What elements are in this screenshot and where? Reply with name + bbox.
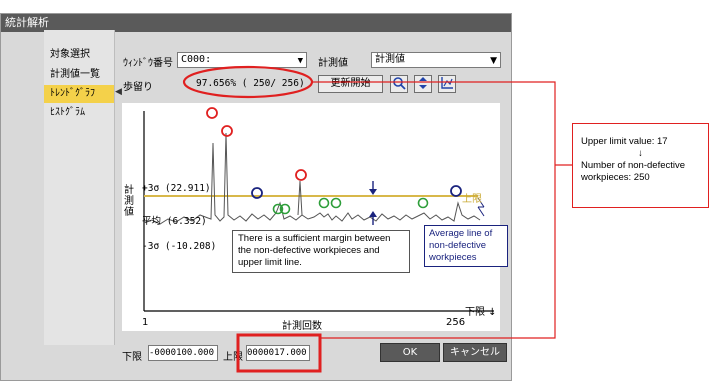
upper-limit-field[interactable]: 0000017.000 <box>246 345 310 361</box>
average-note: Average line of non-defective workpieces <box>424 225 508 267</box>
arrow-head <box>369 189 377 195</box>
x-start-label: 1 <box>142 317 149 328</box>
active-pointer-icon: ◀ <box>115 87 122 97</box>
lower-limit-label: 下限 <box>122 352 142 363</box>
zoom-icon[interactable] <box>390 75 408 93</box>
sidebar-item-target-select[interactable]: 対象選択 <box>44 46 114 64</box>
arrow-head <box>369 211 377 217</box>
axis-fit-icon[interactable] <box>438 75 456 93</box>
margin-note: There is a sufficient margin between the… <box>232 230 410 273</box>
callout-line <box>477 206 485 217</box>
sidebar-item-measure-list[interactable]: 計測値一覧 <box>44 66 114 84</box>
chevron-down-icon: ▼ <box>297 56 303 66</box>
summary-arrow-icon: ↓ <box>638 148 643 159</box>
summary-upper-limit: Upper limit value: 17 <box>581 136 668 147</box>
cancel-button[interactable]: キャンセル <box>443 343 507 362</box>
window-no-label: ｳｨﾝﾄﾞｳ番号 <box>123 58 173 69</box>
measure-value: 計測値 <box>375 54 405 65</box>
chevron-down-icon: ▼ <box>490 56 497 66</box>
ok-button[interactable]: OK <box>380 343 440 362</box>
sidebar-item-trend-graph[interactable]: ﾄﾚﾝﾄﾞｸﾞﾗﾌ <box>44 85 114 103</box>
x-axis-label: 計測回数 <box>282 321 322 332</box>
near-limit-marker <box>450 185 462 197</box>
lower-limit-field[interactable]: -0000100.000 <box>148 345 218 361</box>
y-axis-label: 計測値 <box>124 185 134 218</box>
spike-line <box>297 180 303 216</box>
summary-box: Upper limit value: 17 ↓ Number of non-de… <box>572 123 709 208</box>
upper-limit-tag: 上限 <box>462 194 482 205</box>
lower-limit-tag: 下限 ↓ <box>465 307 497 318</box>
measure-select[interactable]: 計測値 ▼ <box>371 52 501 68</box>
sidebar: 対象選択 計測値一覧 ﾄﾚﾝﾄﾞｸﾞﾗﾌ ﾋｽﾄｸﾞﾗﾑ <box>44 30 115 345</box>
yield-value: 97.656% ( 250/ 256) <box>196 78 305 89</box>
summary-good-count: Number of non-defective workpieces: 250 <box>581 160 686 183</box>
x-end-label: 256 <box>446 317 466 328</box>
trend-line <box>143 132 481 225</box>
good-workpiece-marker <box>318 197 330 209</box>
update-start-button[interactable]: 更新開始 <box>318 75 383 93</box>
sidebar-item-histogram[interactable]: ﾋｽﾄｸﾞﾗﾑ <box>44 104 114 122</box>
window-no-value: C000: <box>181 54 212 65</box>
trend-graph-area: 計測値 +3σ (22.911) 平均 (6.352) -3σ (-10.208… <box>122 103 500 332</box>
window-no-select[interactable]: C000: ▼ <box>177 52 307 68</box>
measure-label: 計測値 <box>318 58 348 69</box>
good-workpiece-marker <box>330 197 342 209</box>
outlier-marker <box>221 125 233 137</box>
upper-limit-label: 上限 <box>223 352 243 363</box>
outlier-marker <box>206 107 218 119</box>
minus-3sigma-label: -3σ (-10.208) <box>142 241 217 252</box>
vertical-scale-icon[interactable] <box>414 75 432 93</box>
good-workpiece-marker <box>417 197 429 209</box>
plus-3sigma-label: +3σ (22.911) <box>142 183 211 194</box>
outlier-marker <box>295 169 307 181</box>
mean-label: 平均 (6.352) <box>142 216 207 227</box>
yield-label: 歩留り <box>123 82 153 93</box>
